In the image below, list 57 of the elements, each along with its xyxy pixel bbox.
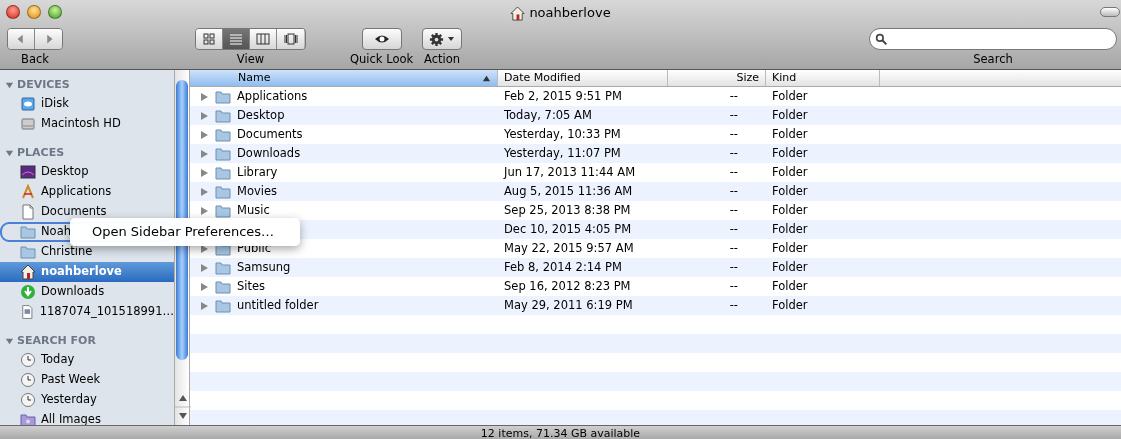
file-kind: Folder xyxy=(772,221,808,236)
file-name: Library xyxy=(237,163,278,181)
toolbar-label: Search xyxy=(973,53,1013,66)
file-size: -- xyxy=(729,297,738,312)
file-name: Desktop xyxy=(237,106,285,124)
file-kind: Folder xyxy=(772,297,808,312)
date-modified: Yesterday, 10:33 PM xyxy=(504,126,621,141)
window-title: noahberlove xyxy=(529,4,611,23)
toolbar-label: Action xyxy=(424,53,460,66)
file-size: -- xyxy=(729,183,738,198)
file-name: Public xyxy=(237,239,272,257)
date-modified: Sep 16, 2012 8:23 PM xyxy=(504,278,631,293)
file-size: -- xyxy=(729,278,738,293)
date-modified: Yesterday, 11:07 PM xyxy=(504,145,621,160)
file-size: -- xyxy=(729,145,738,160)
file-kind: Folder xyxy=(772,240,808,255)
file-kind: Folder xyxy=(772,278,808,293)
file-kind: Folder xyxy=(772,202,808,217)
file-size: -- xyxy=(729,202,738,217)
file-name: untitled folder xyxy=(237,296,319,314)
file-size: -- xyxy=(729,259,738,274)
file-kind: Folder xyxy=(772,88,808,103)
file-kind: Folder xyxy=(772,107,808,122)
file-kind: Folder xyxy=(772,145,808,160)
file-kind: Folder xyxy=(772,164,808,179)
file-size: -- xyxy=(729,107,738,122)
file-name: Applications xyxy=(237,87,308,105)
file-size: -- xyxy=(729,240,738,255)
date-modified: Dec 10, 2015 4:05 PM xyxy=(504,221,632,236)
status-text: 12 items, 71.34 GB available xyxy=(480,427,641,439)
date-modified: Jun 17, 2013 11:44 AM xyxy=(504,164,636,179)
file-size: -- xyxy=(729,126,738,141)
file-kind: Folder xyxy=(772,183,808,198)
file-size: -- xyxy=(729,88,738,103)
toolbar-label: Quick Look xyxy=(350,53,414,66)
file-name: Downloads xyxy=(237,144,301,162)
file-name: Music xyxy=(237,201,270,219)
file-kind: Folder xyxy=(772,259,808,274)
file-name: Samsung xyxy=(237,258,291,276)
file-kind: Folder xyxy=(772,126,808,141)
sidebar-section-header: PLACES xyxy=(17,145,65,162)
toolbar-label: Back xyxy=(21,53,49,66)
date-modified: May 22, 2015 9:57 AM xyxy=(504,240,634,255)
date-modified: Feb 8, 2014 2:14 PM xyxy=(504,259,622,274)
sidebar-section-header: DEVICES xyxy=(17,77,70,94)
date-modified: Aug 5, 2015 11:36 AM xyxy=(504,183,633,198)
date-modified: Feb 2, 2015 9:51 PM xyxy=(504,88,622,103)
file-name: Documents xyxy=(237,125,303,143)
date-modified: Today, 7:05 AM xyxy=(504,107,592,122)
file-size: -- xyxy=(729,221,738,236)
file-size: -- xyxy=(729,164,738,179)
file-name: Sites xyxy=(237,277,266,295)
sidebar-section-header: SEARCH FOR xyxy=(17,333,96,350)
date-modified: Sep 25, 2013 8:38 PM xyxy=(504,202,631,217)
file-name: Movies xyxy=(237,182,278,200)
date-modified: May 29, 2011 6:19 PM xyxy=(504,297,633,312)
toolbar-label: View xyxy=(236,53,265,66)
